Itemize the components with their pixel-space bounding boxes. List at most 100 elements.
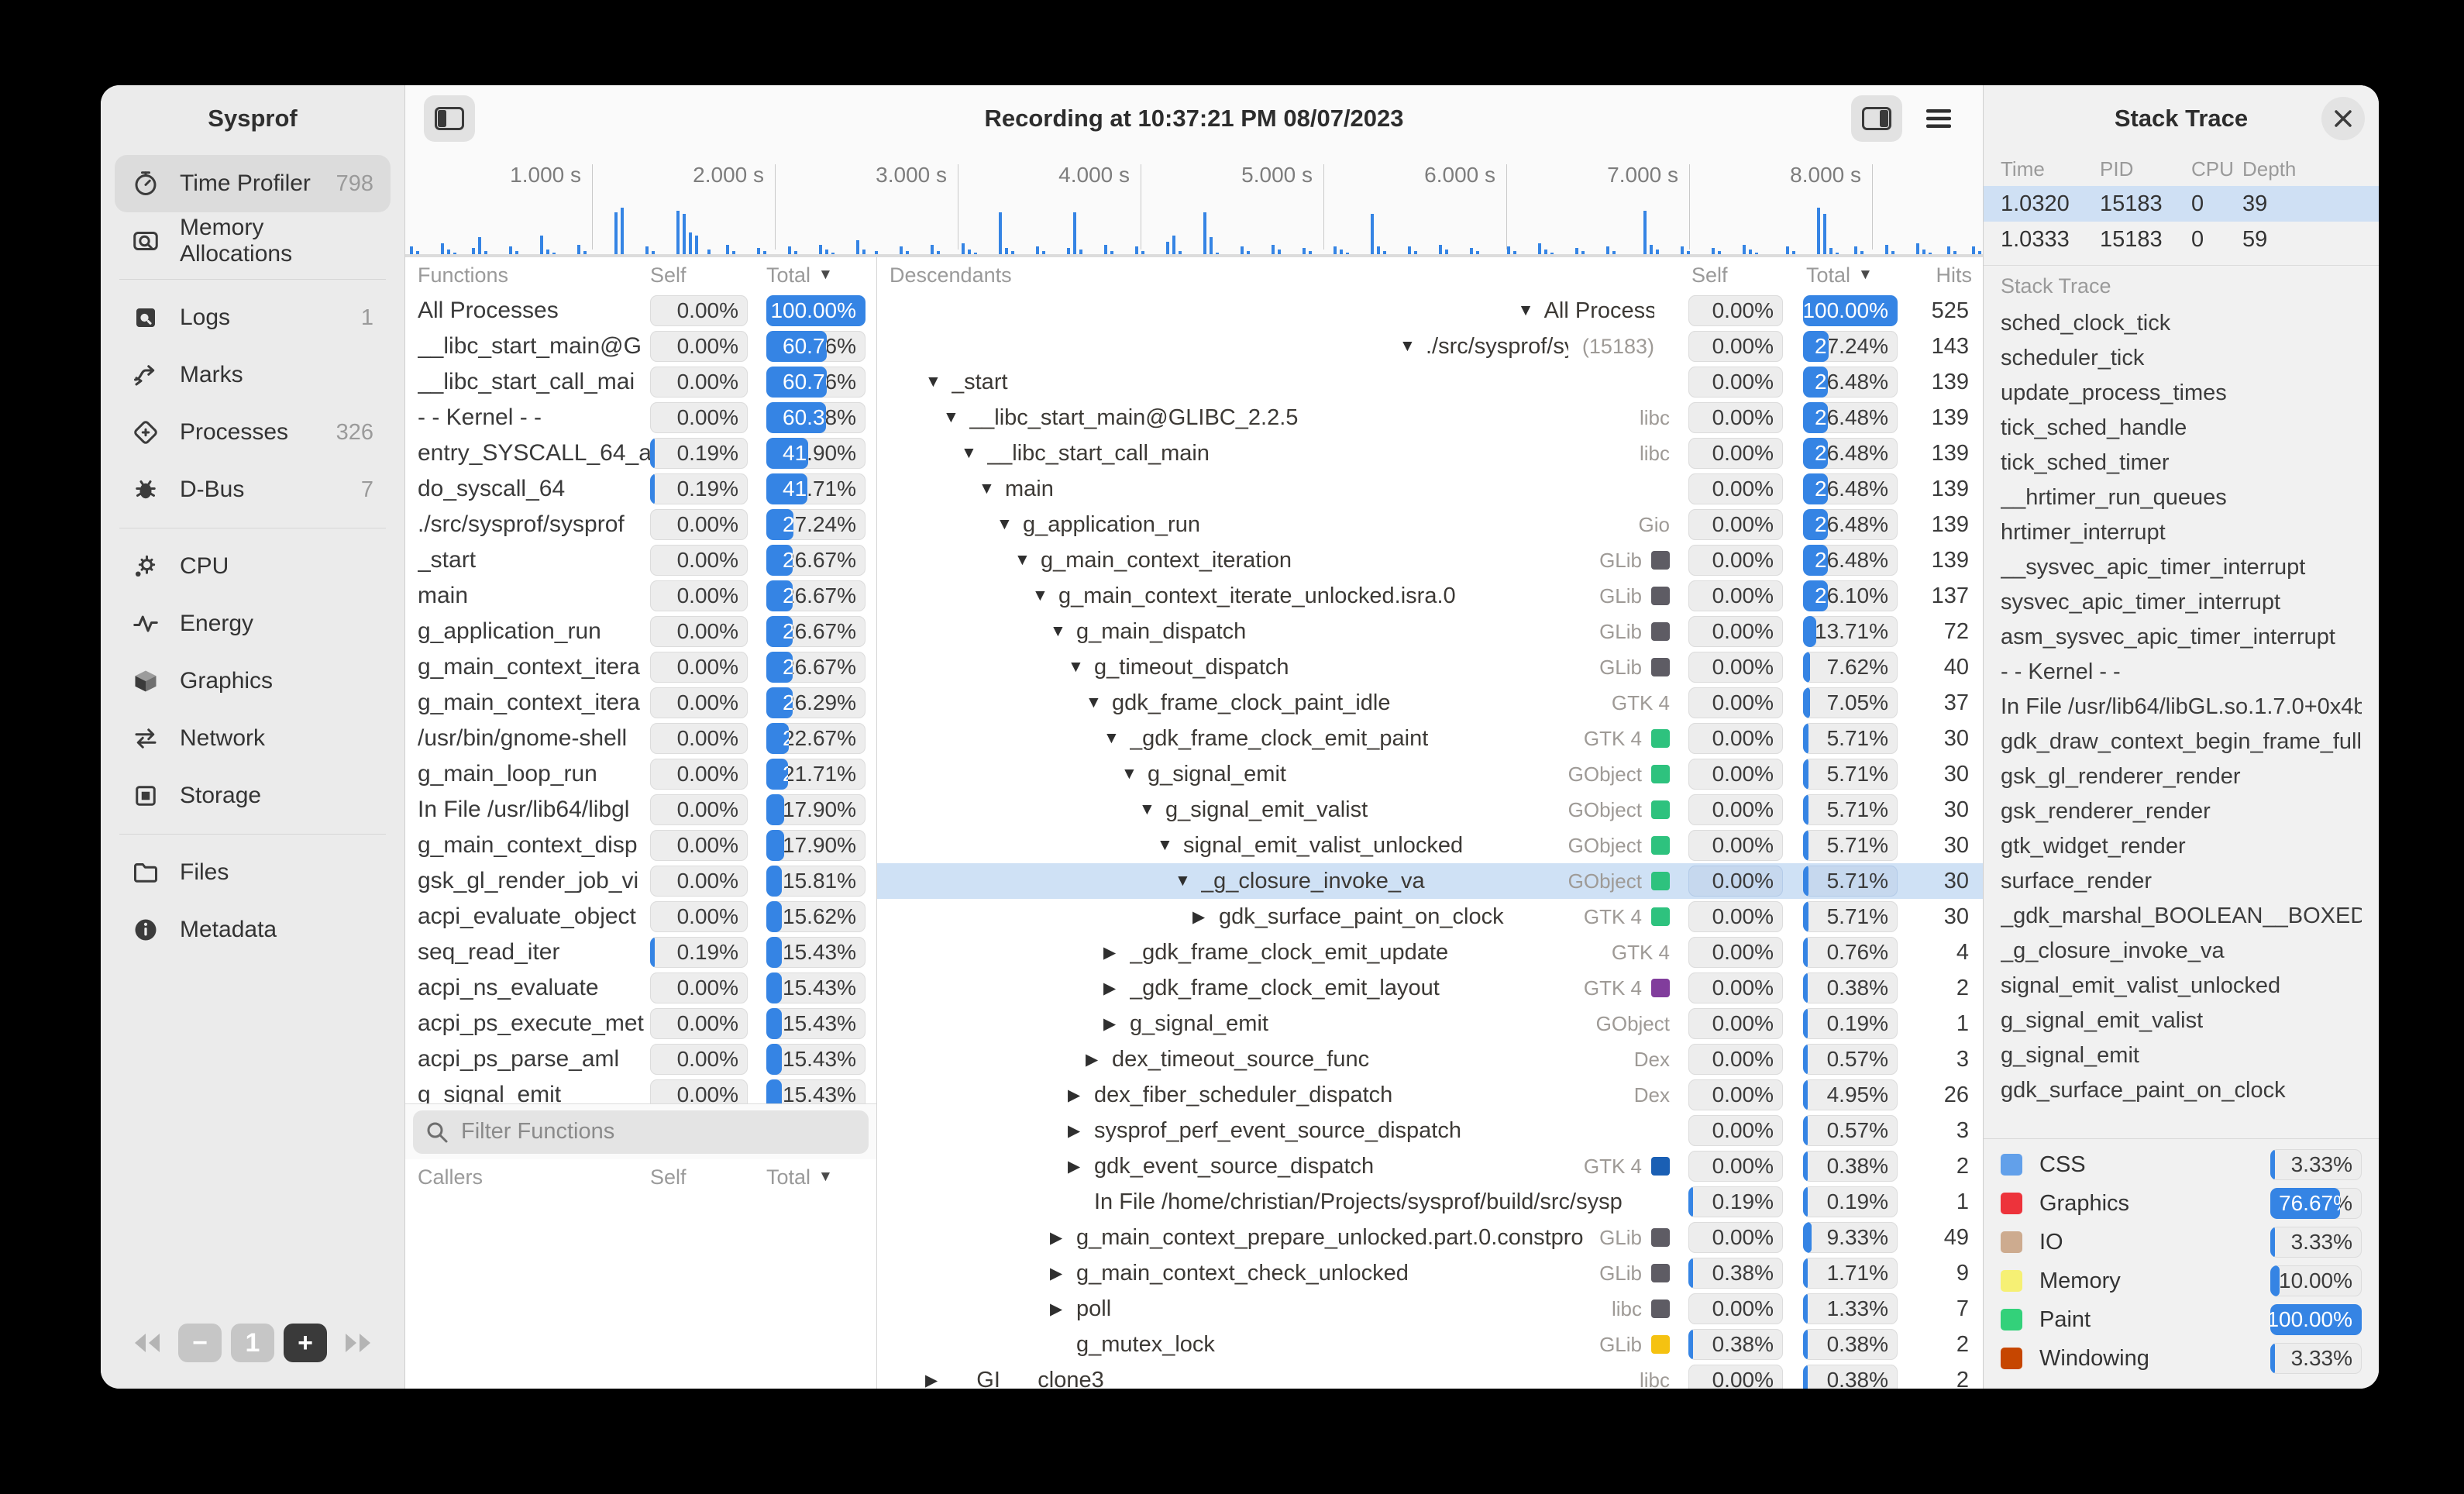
stack-frame[interactable]: asm_sysvec_apic_timer_interrupt <box>2001 620 2362 655</box>
sidebar-item-memory-allocations[interactable]: Memory Allocations <box>115 212 391 270</box>
stack-frame[interactable]: gtk_widget_render <box>2001 829 2362 864</box>
collapse-icon[interactable]: ▼ <box>1068 658 1094 676</box>
collapse-icon[interactable]: ▼ <box>961 444 987 463</box>
expand-icon[interactable]: ▶ <box>1050 1264 1076 1283</box>
tree-row[interactable]: ▶polllibc0.00%1.33%1.33%7 <box>877 1291 1983 1327</box>
seek-backward-button[interactable] <box>126 1324 169 1362</box>
expand-icon[interactable]: ▶ <box>1103 979 1130 998</box>
sample-row[interactable]: 1.033315183059 <box>1984 222 2379 257</box>
expand-icon[interactable]: ▶ <box>1086 1050 1112 1069</box>
toggle-panel-button[interactable] <box>1851 95 1902 142</box>
stack-frame[interactable]: _gdk_marshal_BOOLEAN__BOXEDv <box>2001 899 2362 934</box>
collapse-icon[interactable]: ▼ <box>1157 836 1183 855</box>
sidebar-item-metadata[interactable]: Metadata <box>115 901 391 959</box>
expand-icon[interactable]: ▶ <box>1192 907 1219 927</box>
stack-frame[interactable]: _g_closure_invoke_va <box>2001 934 2362 969</box>
expand-icon[interactable]: ▶ <box>1103 943 1130 962</box>
column-self[interactable]: Self <box>650 263 748 287</box>
toggle-sidebar-button[interactable] <box>424 95 475 142</box>
tree-row[interactable]: ▶_gdk_frame_clock_emit_layoutGTK 40.00%0… <box>877 970 1983 1006</box>
tree-row[interactable]: ▶sysprof_perf_event_source_dispatch0.00%… <box>877 1113 1983 1148</box>
collapse-icon[interactable]: ▼ <box>1175 872 1201 890</box>
tree-row[interactable]: ▶__GI___clone3libc0.00%0.38%0.38%2 <box>877 1362 1983 1389</box>
tree-row[interactable]: ▶gdk_event_source_dispatchGTK 40.00%0.38… <box>877 1148 1983 1184</box>
tree-row[interactable]: ▼main0.00%26.48%26.48%139 <box>877 471 1983 507</box>
column-total[interactable]: Total <box>1806 263 1850 287</box>
sidebar-item-cpu[interactable]: CPU <box>115 538 391 595</box>
collapse-icon[interactable]: ▼ <box>1050 622 1076 641</box>
column-pid[interactable]: PID <box>2100 157 2191 181</box>
function-row[interactable]: ./src/sysprof/sysprof0.00%27.24%27.24% <box>405 507 876 542</box>
stack-frame[interactable]: gsk_gl_renderer_render <box>2001 759 2362 794</box>
function-row[interactable]: g_main_context_disp0.00%17.90%17.90% <box>405 828 876 863</box>
collapse-icon[interactable]: ▼ <box>1121 765 1148 783</box>
tree-row[interactable]: In File /home/christian/Projects/sysprof… <box>877 1184 1983 1220</box>
column-functions[interactable]: Functions <box>418 263 650 287</box>
menu-button[interactable] <box>1913 95 1964 142</box>
stack-frame[interactable]: - - Kernel - - <box>2001 655 2362 690</box>
close-button[interactable] <box>2321 97 2365 140</box>
stack-frame[interactable]: gdk_surface_paint_on_clock <box>2001 1073 2362 1108</box>
function-row[interactable]: acpi_ns_evaluate0.00%15.43%15.43% <box>405 970 876 1006</box>
function-row[interactable]: entry_SYSCALL_64_a0.19%0.19%41.90%41.90% <box>405 435 876 471</box>
tree-row[interactable]: ▶dex_fiber_scheduler_dispatchDex0.00%4.9… <box>877 1077 1983 1113</box>
tree-row[interactable]: ▶g_signal_emitGObject0.00%0.19%0.19%1 <box>877 1006 1983 1041</box>
expand-icon[interactable]: ▶ <box>1050 1228 1076 1248</box>
tree-row[interactable]: ▶dex_timeout_source_funcDex0.00%0.57%0.5… <box>877 1041 1983 1077</box>
expand-icon[interactable]: ▶ <box>1068 1086 1094 1105</box>
function-row[interactable]: seq_read_iter0.19%0.19%15.43%15.43% <box>405 935 876 970</box>
collapse-icon[interactable]: ▼ <box>979 480 1005 498</box>
collapse-icon[interactable]: ▼ <box>925 373 952 391</box>
tree-row[interactable]: ▼g_application_runGio0.00%26.48%26.48%13… <box>877 507 1983 542</box>
stack-frame[interactable]: sched_clock_tick <box>2001 306 2362 341</box>
collapse-icon[interactable]: ▼ <box>996 515 1023 534</box>
tree-row[interactable]: ▼_start0.00%26.48%26.48%139 <box>877 364 1983 400</box>
function-row[interactable]: acpi_ps_parse_aml0.00%15.43%15.43% <box>405 1041 876 1077</box>
collapse-icon[interactable]: ▼ <box>1518 301 1544 320</box>
stack-frame[interactable]: In File /usr/lib64/libGL.so.1.7.0+0x4b <box>2001 690 2362 725</box>
column-self[interactable]: Self <box>1691 263 1786 287</box>
collapse-icon[interactable]: ▼ <box>943 408 969 427</box>
function-row[interactable]: acpi_evaluate_object0.00%15.62%15.62% <box>405 899 876 935</box>
expand-icon[interactable]: ▶ <box>1103 1014 1130 1034</box>
stack-frame[interactable]: signal_emit_valist_unlocked <box>2001 969 2362 1003</box>
function-row[interactable]: do_syscall_640.19%0.19%41.71%41.71% <box>405 471 876 507</box>
function-row[interactable]: In File /usr/lib64/libgl0.00%17.90%17.90… <box>405 792 876 828</box>
collapse-icon[interactable]: ▼ <box>1032 587 1058 605</box>
sidebar-item-energy[interactable]: Energy <box>115 595 391 652</box>
tree-row[interactable]: g_mutex_lockGLib0.38%0.38%0.38%0.38%2 <box>877 1327 1983 1362</box>
tree-row[interactable]: ▼g_main_context_iterationGLib0.00%26.48%… <box>877 542 1983 578</box>
tree-row[interactable]: ▼gdk_frame_clock_paint_idleGTK 40.00%7.0… <box>877 685 1983 721</box>
column-total[interactable]: Total <box>766 263 810 287</box>
expand-icon[interactable]: ▶ <box>1050 1300 1076 1319</box>
stack-frame[interactable]: surface_render <box>2001 864 2362 899</box>
function-row[interactable]: gsk_gl_render_job_vi0.00%15.81%15.81% <box>405 863 876 899</box>
collapse-icon[interactable]: ▼ <box>1139 800 1165 819</box>
column-callers[interactable]: Callers <box>418 1165 650 1189</box>
column-callers-self[interactable]: Self <box>650 1165 748 1189</box>
function-row[interactable]: g_signal_emit0.00%15.43%15.43% <box>405 1077 876 1103</box>
stack-frame[interactable]: sysvec_apic_timer_interrupt <box>2001 585 2362 620</box>
stack-frame[interactable]: __hrtimer_run_queues <box>2001 480 2362 515</box>
tree-row[interactable]: ▼__libc_start_main@GLIBC_2.2.5libc0.00%2… <box>877 400 1983 435</box>
stack-frame[interactable]: __sysvec_apic_timer_interrupt <box>2001 550 2362 585</box>
sidebar-item-d-bus[interactable]: D-Bus7 <box>115 461 391 518</box>
stack-frame[interactable]: hrtimer_interrupt <box>2001 515 2362 550</box>
tree-row[interactable]: ▼g_main_context_iterate_unlocked.isra.0G… <box>877 578 1983 614</box>
stack-frame[interactable]: tick_sched_timer <box>2001 446 2362 480</box>
collapse-icon[interactable]: ▼ <box>1399 337 1426 356</box>
function-row[interactable]: _start0.00%26.67%26.67% <box>405 542 876 578</box>
sidebar-item-storage[interactable]: Storage <box>115 767 391 824</box>
function-row[interactable]: g_main_context_itera0.00%26.67%26.67% <box>405 649 876 685</box>
stack-frame[interactable]: gdk_draw_context_begin_frame_full <box>2001 725 2362 759</box>
tree-row[interactable]: ▶g_main_context_prepare_unlocked.part.0.… <box>877 1220 1983 1255</box>
tree-row[interactable]: ▶_gdk_frame_clock_emit_updateGTK 40.00%0… <box>877 935 1983 970</box>
column-hits[interactable]: Hits <box>1918 263 1972 287</box>
timeline-ruler[interactable]: 1.000 s2.000 s3.000 s4.000 s5.000 s6.000… <box>405 152 1983 200</box>
seek-forward-button[interactable] <box>336 1324 380 1362</box>
collapse-icon[interactable]: ▼ <box>1103 729 1130 748</box>
filter-input[interactable] <box>459 1118 856 1145</box>
sidebar-item-time-profiler[interactable]: Time Profiler798 <box>115 155 391 212</box>
tree-row[interactable]: ▶g_main_context_check_unlockedGLib0.38%0… <box>877 1255 1983 1291</box>
expand-icon[interactable]: ▶ <box>1068 1157 1094 1176</box>
